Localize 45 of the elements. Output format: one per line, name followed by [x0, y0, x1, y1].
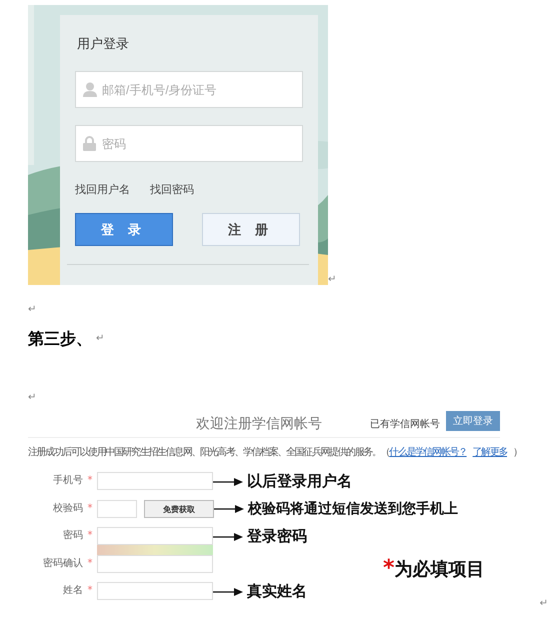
paragraph-mark: ↵ [28, 305, 36, 315]
get-code-button[interactable]: 免费获取 [144, 500, 214, 518]
required-mark: * [383, 556, 395, 581]
register-title: 欢迎注册学信网帐号 [196, 415, 322, 433]
required-mark: * [86, 474, 94, 488]
help-link[interactable]: 什么是学信网帐号？ [389, 447, 467, 458]
arrow-icon [214, 505, 244, 513]
recover-link[interactable]: 找回密码 [150, 182, 194, 197]
password-input[interactable] [97, 527, 213, 545]
required-mark: * [86, 529, 94, 543]
arrow-icon [213, 478, 243, 486]
code-input[interactable] [97, 500, 137, 518]
password-field[interactable]: 密码 [75, 125, 303, 162]
text-input[interactable] [97, 472, 213, 490]
required-mark: * [86, 584, 94, 598]
field-label: 姓名 [62, 584, 83, 598]
required-mark: * [86, 502, 94, 516]
paragraph-mark: ↵ [28, 393, 36, 403]
register-button[interactable]: 注册 [202, 213, 300, 246]
login-title: 用户登录 [77, 36, 130, 53]
text-input[interactable] [97, 555, 213, 573]
lock-icon [83, 136, 96, 151]
field-label: 手机号 [52, 474, 83, 488]
annotation-text: 真实姓名 [247, 582, 307, 601]
field-label: 密码 [62, 528, 83, 543]
user-icon [83, 82, 97, 97]
paragraph-mark: ↵ [96, 334, 104, 344]
required-mark: * [86, 557, 94, 571]
notice-text: 注册成功后可以使用中国研究生招生信息网、阳光高考、学信档案、全国征兵网提供的服务。（什么是学信网帐号？ 了解更多 ） [28, 446, 522, 460]
arrow-icon [213, 532, 243, 540]
annotation-text: 登录密码 [247, 527, 307, 546]
has-account-text: 已有学信网帐号 [370, 418, 440, 431]
paragraph-mark: ↵ [328, 275, 336, 285]
required-note: 为必填项目 [394, 558, 485, 580]
username-field[interactable]: 邮箱/手机号/身份证号 [75, 71, 303, 108]
paragraph-mark: ↵ [540, 599, 548, 609]
arrow-icon [213, 588, 243, 596]
field-label: 密码确认 [42, 556, 83, 571]
field-label: 校验码 [52, 502, 83, 516]
text-input[interactable] [97, 582, 213, 600]
recover-link[interactable]: 找回用户名 [75, 182, 130, 197]
step-heading: 第三步、 [28, 328, 92, 350]
help-link[interactable]: 了解更多 [472, 447, 508, 458]
annotation-text: 以后登录用户名 [247, 472, 352, 491]
annotation-text: 校验码将通过短信发送到您手机上 [248, 500, 458, 518]
